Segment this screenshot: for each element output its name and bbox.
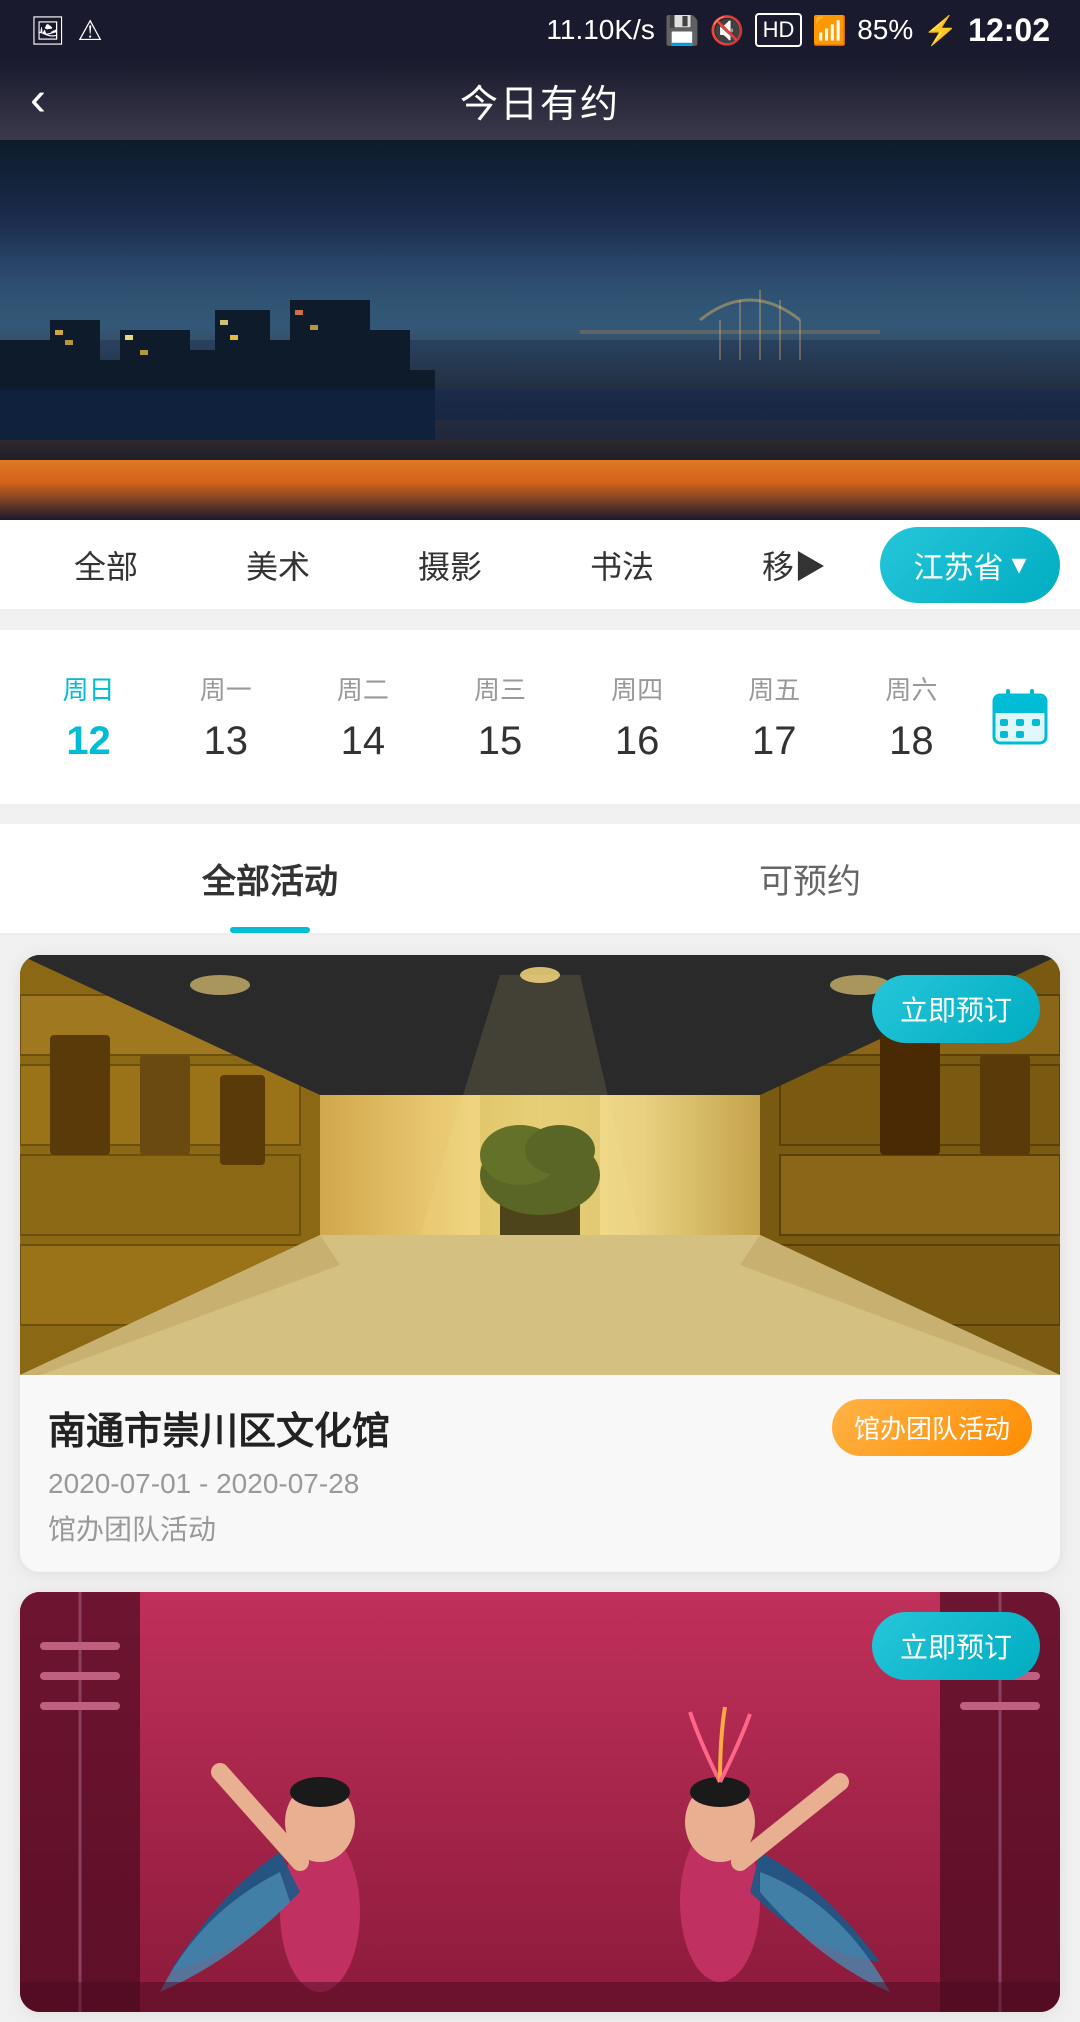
book-badge-2[interactable]: 立即预订: [872, 1612, 1040, 1680]
speed-indicator: 11.10K/s: [546, 14, 654, 46]
card-image-2: 立即预订: [20, 1592, 1060, 2012]
tab-all-label: 全部活动: [202, 863, 338, 901]
warning-icon: ⚠: [78, 14, 103, 47]
city-skyline: [0, 240, 1080, 440]
status-time: 12:02: [968, 12, 1050, 49]
day-name-1: 周一: [162, 670, 289, 707]
activity-card-2[interactable]: 立即预订: [20, 1592, 1060, 2012]
category-bar: 全部 美术 摄影 书法 移▶ 江苏省 ▾: [0, 520, 1080, 610]
day-name-6: 周六: [848, 670, 975, 707]
card-title-1: 南通市崇川区文化馆: [48, 1400, 390, 1455]
header: ‹ 今日有约: [0, 60, 1080, 140]
status-right: 11.10K/s 💾 🔇 HD 📶 85% ⚡ 12:02: [546, 12, 1050, 49]
book-badge-1[interactable]: 立即预订: [872, 975, 1040, 1043]
day-wednesday[interactable]: 周三 15: [431, 660, 568, 774]
card-tag-1: 馆办团队活动: [832, 1399, 1032, 1456]
day-num-6: 18: [848, 719, 975, 764]
activity-card-1[interactable]: 立即预订 南通市崇川区文化馆 馆办团队活动 2020-07-01 - 2020-…: [20, 955, 1060, 1572]
day-num-1: 13: [162, 719, 289, 764]
day-monday[interactable]: 周一 13: [157, 660, 294, 774]
signal-icon: 📶: [812, 14, 847, 47]
image-icon: 🖼: [30, 14, 66, 47]
status-left: 🖼 ⚠: [30, 14, 103, 47]
day-tuesday[interactable]: 周二 14: [294, 660, 431, 774]
mute-icon: 🔇: [710, 14, 745, 47]
tab-bookable[interactable]: 可预约: [540, 824, 1080, 933]
category-all[interactable]: 全部: [20, 522, 192, 608]
day-num-3: 15: [436, 719, 563, 764]
status-bar: 🖼 ⚠ 11.10K/s 💾 🔇 HD 📶 85% ⚡ 12:02: [0, 0, 1080, 60]
province-label: 江苏省: [913, 543, 1003, 587]
day-num-2: 14: [299, 719, 426, 764]
card-image-1: 立即预订: [20, 955, 1060, 1375]
category-photo[interactable]: 摄影: [364, 522, 536, 608]
day-name-0: 周日: [25, 670, 152, 707]
sd-icon: 💾: [665, 14, 700, 47]
back-button[interactable]: ‹: [30, 76, 46, 124]
category-art[interactable]: 美术: [192, 522, 364, 608]
day-name-5: 周五: [711, 670, 838, 707]
activity-list: 立即预订 南通市崇川区文化馆 馆办团队活动 2020-07-01 - 2020-…: [0, 945, 1080, 2022]
tab-bookable-label: 可预约: [759, 863, 861, 901]
province-selector[interactable]: 江苏省 ▾: [880, 527, 1060, 603]
day-name-3: 周三: [436, 670, 563, 707]
category-calligraphy[interactable]: 书法: [536, 522, 708, 608]
day-thursday[interactable]: 周四 16: [569, 660, 706, 774]
page-title: 今日有约: [460, 73, 620, 128]
day-name-4: 周四: [574, 670, 701, 707]
card-info-1: 南通市崇川区文化馆 馆办团队活动 2020-07-01 - 2020-07-28…: [20, 1375, 1060, 1572]
hd-badge: HD: [755, 13, 803, 47]
tab-all-activities[interactable]: 全部活动: [0, 824, 540, 933]
battery-icon: ⚡: [923, 14, 958, 47]
day-name-2: 周二: [299, 670, 426, 707]
day-sunday[interactable]: 周日 12: [20, 660, 157, 774]
day-num-4: 16: [574, 719, 701, 764]
calendar-icon[interactable]: [980, 677, 1060, 757]
card-type-1: 馆办团队活动: [48, 1508, 1032, 1548]
battery-text: 85%: [857, 14, 913, 46]
card-date-1: 2020-07-01 - 2020-07-28: [48, 1468, 1032, 1500]
chevron-down-icon: ▾: [1011, 547, 1026, 582]
day-num-0: 12: [25, 719, 152, 764]
day-friday[interactable]: 周五 17: [706, 660, 843, 774]
category-more[interactable]: 移▶: [708, 522, 880, 608]
card-header-1: 南通市崇川区文化馆 馆办团队活动: [48, 1399, 1032, 1456]
tabs-row: 全部活动 可预约: [0, 824, 1080, 935]
day-num-5: 17: [711, 719, 838, 764]
calendar-strip: 周日 12 周一 13 周二 14 周三 15 周四 16 周五 17 周六 1…: [0, 630, 1080, 804]
hero-banner: [0, 140, 1080, 520]
day-saturday[interactable]: 周六 18: [843, 660, 980, 774]
